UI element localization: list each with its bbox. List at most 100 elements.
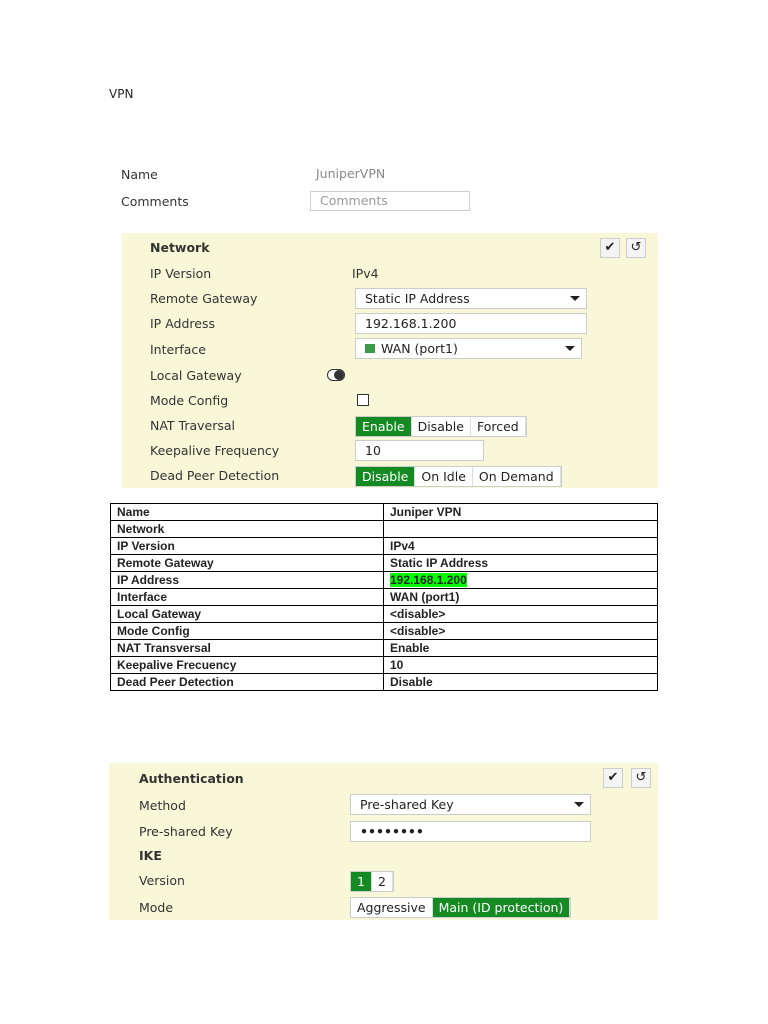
save-icon[interactable]: ✔ — [603, 768, 623, 788]
dpd-on-demand-option[interactable]: On Demand — [473, 467, 561, 486]
table-row: IP Address 192.168.1.200 — [110, 571, 658, 589]
table-row: Mode Config <disable> — [110, 622, 658, 640]
table-row: Remote Gateway Static IP Address — [110, 554, 658, 572]
version-1-option[interactable]: 1 — [351, 872, 372, 891]
table-value: 192.168.1.200 — [383, 571, 658, 589]
comments-input[interactable]: Comments — [310, 191, 470, 211]
main-option[interactable]: Main (ID protection) — [432, 898, 571, 917]
psk-input[interactable]: •••••••• — [350, 821, 591, 842]
dpd-on-idle-option[interactable]: On Idle — [415, 467, 473, 486]
ip-version-value: IPv4 — [352, 266, 379, 281]
nat-disable-option[interactable]: Disable — [412, 417, 471, 436]
table-value: Enable — [383, 639, 658, 657]
table-label: Network — [110, 520, 384, 538]
nat-enable-option[interactable]: Enable — [356, 417, 412, 436]
keepalive-input[interactable]: 10 — [355, 440, 484, 461]
cell-text: Mode Config — [117, 623, 190, 638]
table-label: NAT Transversal — [110, 639, 384, 657]
comments-label: Comments — [121, 194, 189, 209]
table-row: NAT Transversal Enable — [110, 639, 658, 657]
cell-text: IP Version — [117, 538, 175, 553]
cell-text: 192.168.1.200 — [390, 572, 467, 587]
dpd-label: Dead Peer Detection — [150, 468, 280, 483]
cell-text: Enable — [390, 640, 430, 655]
ike-version-toggle: 12 — [350, 871, 394, 892]
version-2-option[interactable]: 2 — [372, 872, 393, 891]
table-value — [383, 520, 658, 538]
table-label: Dead Peer Detection — [110, 673, 384, 691]
remote-gateway-value: Static IP Address — [365, 291, 470, 306]
chevron-down-icon — [565, 346, 575, 351]
ip-address-input[interactable]: 192.168.1.200 — [355, 313, 587, 334]
name-value[interactable]: JuniperVPN — [316, 166, 385, 181]
ip-address-label: IP Address — [150, 316, 215, 331]
table-label: Remote Gateway — [110, 554, 384, 572]
dpd-toggle: Disable On Idle On Demand — [355, 466, 562, 487]
method-select[interactable]: Pre-shared Key — [350, 794, 591, 815]
cell-text: Static IP Address — [390, 555, 489, 570]
local-gateway-label: Local Gateway — [150, 368, 242, 383]
nat-forced-option[interactable]: Forced — [471, 417, 526, 436]
cell-text: Keepalive Frecuency — [117, 657, 237, 672]
interface-value: WAN (port1) — [381, 341, 458, 356]
table-label: IP Version — [110, 537, 384, 555]
cell-text: WAN (port1) — [390, 589, 460, 604]
remote-gateway-label: Remote Gateway — [150, 291, 258, 306]
revert-icon[interactable]: ↺ — [631, 768, 651, 788]
table-label: Mode Config — [110, 622, 384, 640]
table-row: Network — [110, 520, 658, 538]
ip-version-label: IP Version — [150, 266, 212, 281]
local-gateway-toggle[interactable] — [327, 369, 345, 381]
table-value: Juniper VPN — [383, 503, 658, 521]
cell-text: Juniper VPN — [390, 504, 462, 519]
page-heading: VPN — [109, 87, 134, 101]
network-title: Network — [150, 240, 210, 255]
port-icon — [365, 344, 375, 353]
ike-label: IKE — [139, 848, 162, 863]
cell-text: Remote Gateway — [117, 555, 214, 570]
psk-label: Pre-shared Key — [139, 824, 233, 839]
table-row: Local Gateway <disable> — [110, 605, 658, 623]
name-label: Name — [121, 167, 158, 182]
summary-table: Name Juniper VPN Network IP Version IPv4 Remo… — [110, 503, 658, 691]
chevron-down-icon — [574, 802, 584, 807]
cell-text: Interface — [117, 589, 168, 604]
interface-label: Interface — [150, 342, 206, 357]
cell-text: 10 — [390, 657, 404, 672]
cell-text: Network — [117, 521, 165, 536]
table-row: Interface WAN (port1) — [110, 588, 658, 606]
table-value: Disable — [383, 673, 658, 691]
cell-text: Name — [117, 504, 150, 519]
table-label: IP Address — [110, 571, 384, 589]
table-row: Keepalive Frecuency 10 — [110, 656, 658, 674]
mode-label: Mode — [139, 900, 174, 915]
cell-text: Disable — [390, 674, 433, 689]
ike-mode-toggle: Aggressive Main (ID protection) — [350, 897, 572, 918]
mode-config-checkbox[interactable] — [357, 394, 369, 406]
table-row: IP Version IPv4 — [110, 537, 658, 555]
table-row: Dead Peer Detection Disable — [110, 673, 658, 691]
table-value: 10 — [383, 656, 658, 674]
cell-text: Dead Peer Detection — [117, 674, 234, 689]
table-label: Local Gateway — [110, 605, 384, 623]
table-row: Name Juniper VPN — [110, 503, 658, 521]
table-label: Interface — [110, 588, 384, 606]
table-value: IPv4 — [383, 537, 658, 555]
remote-gateway-select[interactable]: Static IP Address — [355, 288, 587, 309]
save-icon[interactable]: ✔ — [600, 238, 620, 258]
aggressive-option[interactable]: Aggressive — [351, 898, 433, 917]
authentication-title: Authentication — [139, 771, 244, 786]
table-value: <disable> — [383, 622, 658, 640]
dpd-disable-option[interactable]: Disable — [356, 467, 416, 486]
version-label: Version — [139, 873, 185, 888]
revert-icon[interactable]: ↺ — [626, 238, 646, 258]
nat-traversal-label: NAT Traversal — [150, 418, 236, 433]
interface-select[interactable]: WAN (port1) — [355, 338, 582, 359]
table-label: Keepalive Frecuency — [110, 656, 384, 674]
chevron-down-icon — [570, 296, 580, 301]
table-value: Static IP Address — [383, 554, 658, 572]
nat-traversal-toggle: Enable Disable Forced — [355, 416, 527, 437]
cell-text: IPv4 — [390, 538, 415, 553]
mode-config-label: Mode Config — [150, 393, 229, 408]
table-value: WAN (port1) — [383, 588, 658, 606]
